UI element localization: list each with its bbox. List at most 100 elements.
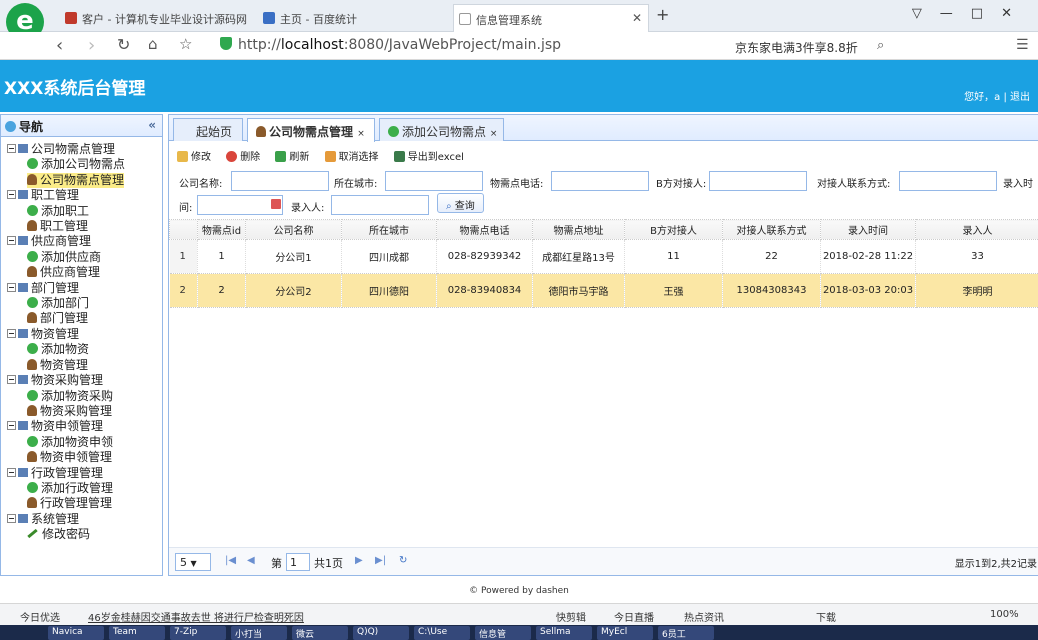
grid-column-header[interactable]: 物需点id <box>197 219 246 240</box>
table-row[interactable]: 2 2 分公司2 四川德阳 028-83940834 德阳市马宇路 王强 1308430834… <box>169 273 1038 308</box>
user-info[interactable]: 您好，a | 退出 <box>964 88 1030 103</box>
tab-home[interactable]: 起始页 <box>173 118 243 141</box>
nav-item[interactable]: 添加物资申领 <box>7 435 162 450</box>
taskbar-item[interactable]: C:\Use <box>414 626 470 640</box>
taskbar-item[interactable]: 微云 <box>292 626 348 640</box>
grid-column-header[interactable]: 物需点地址 <box>532 219 625 240</box>
page-input[interactable]: 1 <box>286 553 310 571</box>
nav-group[interactable]: 职工管理 <box>7 188 162 203</box>
reload-icon[interactable]: ↻ <box>399 555 407 566</box>
nav-item[interactable]: 物资申领管理 <box>7 450 162 465</box>
city-input[interactable] <box>385 171 483 191</box>
close-icon[interactable]: × <box>357 129 365 139</box>
company-input[interactable] <box>231 171 329 191</box>
nav-item[interactable]: 部门管理 <box>7 311 162 326</box>
collapse-toggle-icon[interactable] <box>7 421 16 431</box>
phone-input[interactable] <box>551 171 649 191</box>
delete-button[interactable]: 删除 <box>226 151 260 163</box>
next-page-icon[interactable]: ▶ <box>355 555 363 566</box>
new-tab-button[interactable]: + <box>656 5 669 24</box>
collapse-toggle-icon[interactable] <box>7 467 16 477</box>
collapse-icon[interactable]: « <box>148 118 156 132</box>
forward-icon[interactable]: › <box>88 35 95 56</box>
nav-item[interactable]: 添加职工 <box>7 204 162 219</box>
taskbar-item[interactable]: Q)Q) <box>353 626 409 640</box>
taskbar-item[interactable]: Team <box>109 626 165 640</box>
edit-button[interactable]: 修改 <box>177 151 211 163</box>
nav-group[interactable]: 行政管理管理 <box>7 466 162 481</box>
taskbar-item[interactable]: 信息管 <box>475 626 531 640</box>
nav-group[interactable]: 物资采购管理 <box>7 373 162 388</box>
collapse-toggle-icon[interactable] <box>7 513 16 523</box>
nav-group[interactable]: 物资管理 <box>7 327 162 342</box>
search-button[interactable]: ⌕ 查询 <box>437 193 484 213</box>
taskbar-item[interactable]: Navica <box>48 626 104 640</box>
last-page-icon[interactable]: ▶| <box>375 555 386 566</box>
nav-item[interactable]: 供应商管理 <box>7 265 162 280</box>
contact-phone-input[interactable] <box>899 171 997 191</box>
status-item[interactable]: 下载 <box>816 609 836 624</box>
page-size-select[interactable]: 5 ▼ <box>175 553 211 571</box>
nav-group[interactable]: 部门管理 <box>7 281 162 296</box>
status-left[interactable]: 今日优选 <box>20 609 60 624</box>
grid-column-header[interactable]: 对接人联系方式 <box>722 219 821 240</box>
contact-input[interactable] <box>709 171 807 191</box>
browser-tab[interactable]: 客户 - 计算机专业毕业设计源码网 <box>60 4 255 32</box>
cancel-select-button[interactable]: 取消选择 <box>324 151 379 163</box>
collapse-toggle-icon[interactable] <box>7 375 16 385</box>
collapse-toggle-icon[interactable] <box>7 236 16 246</box>
status-item[interactable]: 热点资讯 <box>684 609 724 624</box>
nav-item[interactable]: 添加供应商 <box>7 250 162 265</box>
address-bar[interactable]: http://localhost:8080/JavaWebProject/mai… <box>220 37 561 53</box>
nav-item[interactable]: 添加物资采购 <box>7 389 162 404</box>
status-news[interactable]: 46岁金桂赫因交通事故去世 将进行尸检查明死因 <box>88 609 304 624</box>
nav-item[interactable]: 修改密码 <box>7 527 162 542</box>
browser-tab[interactable]: 主页 - 百度统计 <box>258 4 448 32</box>
collapse-toggle-icon[interactable] <box>7 190 16 200</box>
collapse-toggle-icon[interactable] <box>7 328 16 338</box>
export-excel-button[interactable]: 导出到excel <box>393 151 464 163</box>
grid-column-header[interactable]: 公司名称 <box>245 219 342 240</box>
home-icon[interactable]: ⌂ <box>148 35 158 53</box>
status-item[interactable]: 今日直播 <box>614 609 654 624</box>
collapse-toggle-icon[interactable] <box>7 144 16 153</box>
status-item[interactable]: 快剪辑 <box>556 609 586 624</box>
browser-tab-active[interactable]: 信息管理系统 ✕ <box>453 4 649 32</box>
close-tab-icon[interactable]: ✕ <box>632 11 642 25</box>
taskbar-item[interactable]: 6员工 <box>658 626 714 640</box>
calendar-icon[interactable] <box>271 199 281 209</box>
nav-item[interactable]: 职工管理 <box>7 219 162 234</box>
taskbar-item[interactable]: MyEcl <box>597 626 653 640</box>
tab-company-manage[interactable]: 公司物需点管理 × <box>247 118 375 142</box>
taskbar-item[interactable]: 小打当 <box>231 626 287 640</box>
back-icon[interactable]: ‹ <box>56 35 63 56</box>
nav-item[interactable]: 添加物资 <box>7 342 162 357</box>
nav-item[interactable]: 添加部门 <box>7 296 162 311</box>
collapse-toggle-icon[interactable] <box>7 282 16 292</box>
nav-item[interactable]: 行政管理管理 <box>7 496 162 511</box>
nav-group[interactable]: 公司物需点管理 <box>7 142 162 157</box>
close-icon[interactable]: × <box>490 129 498 139</box>
taskbar-item[interactable]: 7-Zip <box>170 626 226 640</box>
nav-group[interactable]: 物资申领管理 <box>7 419 162 434</box>
grid-column-header[interactable]: 录入时间 <box>820 219 916 240</box>
prev-page-icon[interactable]: ◀ <box>247 555 255 566</box>
tab-company-add[interactable]: 添加公司物需点 × <box>379 118 504 141</box>
nav-item[interactable]: 添加公司物需点 <box>7 157 162 172</box>
menu-icon[interactable]: ☰ <box>1016 37 1029 53</box>
table-row[interactable]: 1 1 分公司1 四川成都 028-82939342 成都红星路13号 11 22 2018-0… <box>169 239 1038 274</box>
nav-item[interactable]: 物资采购管理 <box>7 404 162 419</box>
first-page-icon[interactable]: |◀ <box>225 555 236 566</box>
refresh-icon[interactable]: ↻ <box>117 35 130 54</box>
status-zoom[interactable]: 100% <box>990 609 1019 620</box>
nav-group[interactable]: 系统管理 <box>7 512 162 527</box>
nav-item[interactable]: 添加行政管理 <box>7 481 162 496</box>
promo-text[interactable]: 京东家电满3件享8.8折 <box>735 39 858 56</box>
nav-item[interactable]: 公司物需点管理 <box>7 172 162 189</box>
window-controls[interactable]: ▽—□✕ <box>912 6 1030 21</box>
grid-column-header[interactable]: 录入人 <box>915 219 1038 240</box>
grid-column-header[interactable]: 物需点电话 <box>436 219 533 240</box>
nav-item[interactable]: 物资管理 <box>7 358 162 373</box>
refresh-button[interactable]: 刷新 <box>275 151 309 163</box>
taskbar-item[interactable]: Sellma <box>536 626 592 640</box>
